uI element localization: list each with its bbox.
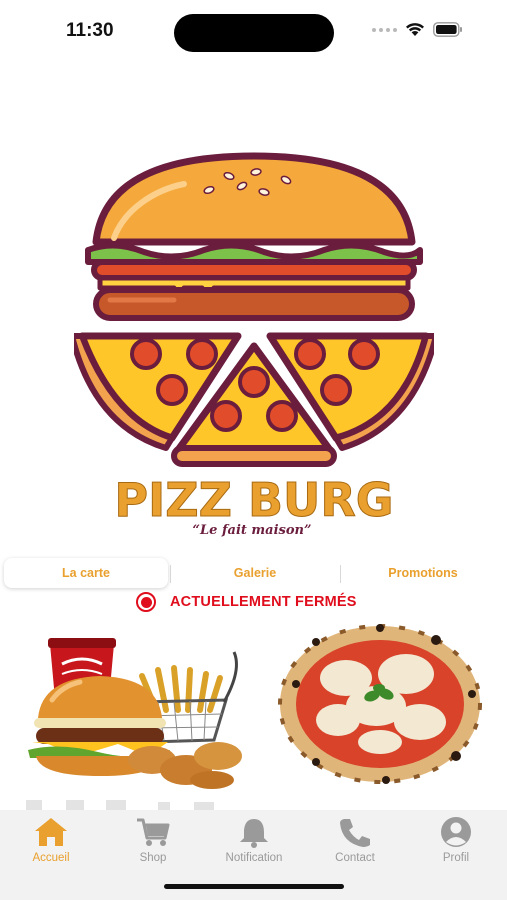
home-indicator[interactable] bbox=[164, 884, 344, 889]
status-time: 11:30 bbox=[66, 20, 114, 41]
opening-status: ACTUELLEMENT FERMÉS bbox=[136, 592, 357, 612]
status-icons bbox=[372, 22, 463, 37]
status-indicator-icon bbox=[136, 592, 156, 612]
dynamic-island bbox=[174, 14, 334, 52]
nav-profil[interactable]: Profil bbox=[411, 816, 501, 864]
brand-logo: PIZZ BURG “Le fait maison” bbox=[69, 150, 439, 550]
tab-galerie[interactable]: Galerie bbox=[172, 558, 338, 588]
nav-label: Accueil bbox=[32, 852, 70, 864]
product-card-pizza[interactable] bbox=[276, 624, 486, 784]
phone-icon bbox=[340, 819, 370, 847]
product-card-burger-menu[interactable] bbox=[18, 630, 248, 790]
nav-accueil[interactable]: Accueil bbox=[6, 816, 96, 864]
battery-icon bbox=[433, 22, 462, 37]
cart-icon bbox=[137, 818, 170, 846]
tab-bar: La carte Galerie Promotions bbox=[0, 556, 507, 590]
nav-shop[interactable]: Shop bbox=[108, 816, 198, 864]
nav-label: Profil bbox=[442, 852, 470, 864]
tab-promotions[interactable]: Promotions bbox=[342, 558, 504, 588]
bell-icon bbox=[240, 819, 268, 848]
wifi-icon bbox=[406, 23, 424, 36]
nav-notification[interactable]: Notification bbox=[209, 816, 299, 864]
nav-contact[interactable]: Contact bbox=[310, 816, 400, 864]
profile-icon bbox=[441, 817, 471, 847]
tab-divider bbox=[340, 565, 341, 583]
status-label: ACTUELLEMENT FERMÉS bbox=[170, 594, 357, 610]
status-bar: 11:30 bbox=[0, 0, 507, 64]
margherita-pizza-image bbox=[278, 624, 482, 784]
signal-icon bbox=[372, 27, 397, 32]
home-icon bbox=[35, 818, 67, 846]
brand-tagline: “Le fait maison” bbox=[193, 523, 312, 538]
tab-la-carte[interactable]: La carte bbox=[4, 558, 168, 588]
nav-label: Notification bbox=[225, 852, 283, 864]
brand-name: PIZZ BURG bbox=[114, 473, 393, 527]
nav-label: Shop bbox=[139, 852, 167, 864]
burger-fries-drink-image bbox=[28, 638, 242, 789]
burger-pizza-logo-icon: PIZZ BURG “Le fait maison” bbox=[69, 152, 439, 538]
nav-label: Contact bbox=[335, 852, 375, 864]
tab-divider bbox=[170, 565, 171, 583]
